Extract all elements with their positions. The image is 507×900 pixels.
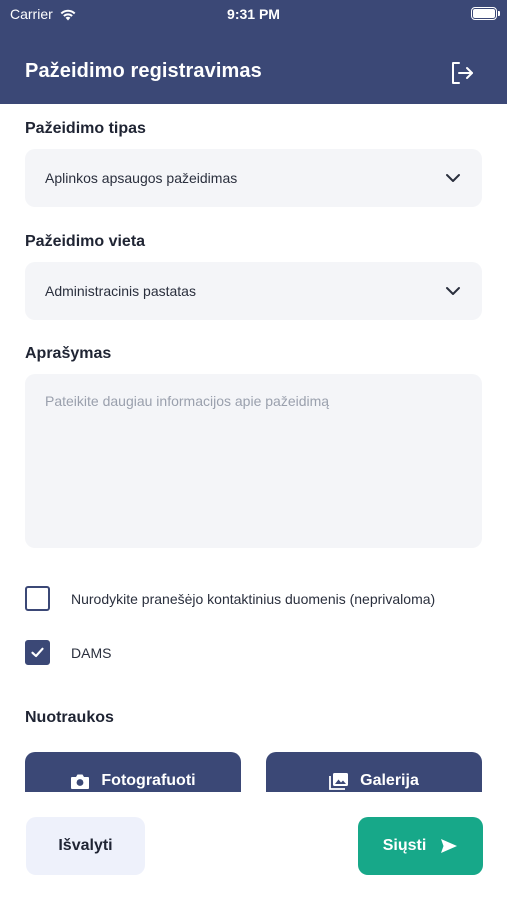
chevron-down-icon <box>446 174 460 182</box>
send-button[interactable]: Siųsti <box>358 817 483 875</box>
gallery-label: Galerija <box>360 772 419 789</box>
contact-checkbox-label: Nurodykite pranešėjo kontaktinius duomen… <box>71 590 436 607</box>
contact-checkbox-row[interactable]: Nurodykite pranešėjo kontaktinius duomen… <box>25 586 435 611</box>
take-photo-label: Fotografuoti <box>101 772 196 789</box>
violation-location-select[interactable]: Administracinis pastatas <box>25 262 482 320</box>
logout-icon[interactable] <box>449 60 475 86</box>
violation-location-label: Pažeidimo vieta <box>25 233 146 250</box>
send-icon <box>441 839 458 853</box>
take-photo-button[interactable]: Fotografuoti <box>25 752 241 792</box>
contact-checkbox[interactable] <box>25 586 50 611</box>
gallery-icon <box>329 773 349 790</box>
status-time: 9:31 PM <box>227 6 280 22</box>
dams-checkbox-row[interactable]: DAMS <box>25 640 111 665</box>
violation-location-value: Administracinis pastatas <box>45 283 196 299</box>
gallery-button[interactable]: Galerija <box>266 752 482 792</box>
checkmark-icon <box>31 647 44 658</box>
photos-label: Nuotraukos <box>25 709 114 726</box>
violation-type-value: Aplinkos apsaugos pažeidimas <box>45 170 238 186</box>
description-input[interactable] <box>25 374 482 548</box>
app-header: Carrier 9:31 PM Pažeidimo registravimas <box>0 0 507 104</box>
description-label: Aprašymas <box>25 345 112 362</box>
clear-button-label: Išvalyti <box>58 837 113 854</box>
send-button-label: Siųsti <box>382 837 427 854</box>
dams-checkbox-label: DAMS <box>71 644 112 661</box>
clear-button[interactable]: Išvalyti <box>26 817 145 875</box>
violation-type-select[interactable]: Aplinkos apsaugos pažeidimas <box>25 149 482 207</box>
battery-icon <box>471 7 500 20</box>
violation-type-label: Pažeidimo tipas <box>25 120 146 137</box>
camera-icon <box>71 774 90 789</box>
chevron-down-icon <box>446 287 460 295</box>
page-title: Pažeidimo registravimas <box>25 60 262 82</box>
dams-checkbox[interactable] <box>25 640 50 665</box>
status-bar: Carrier 9:31 PM <box>0 0 507 30</box>
